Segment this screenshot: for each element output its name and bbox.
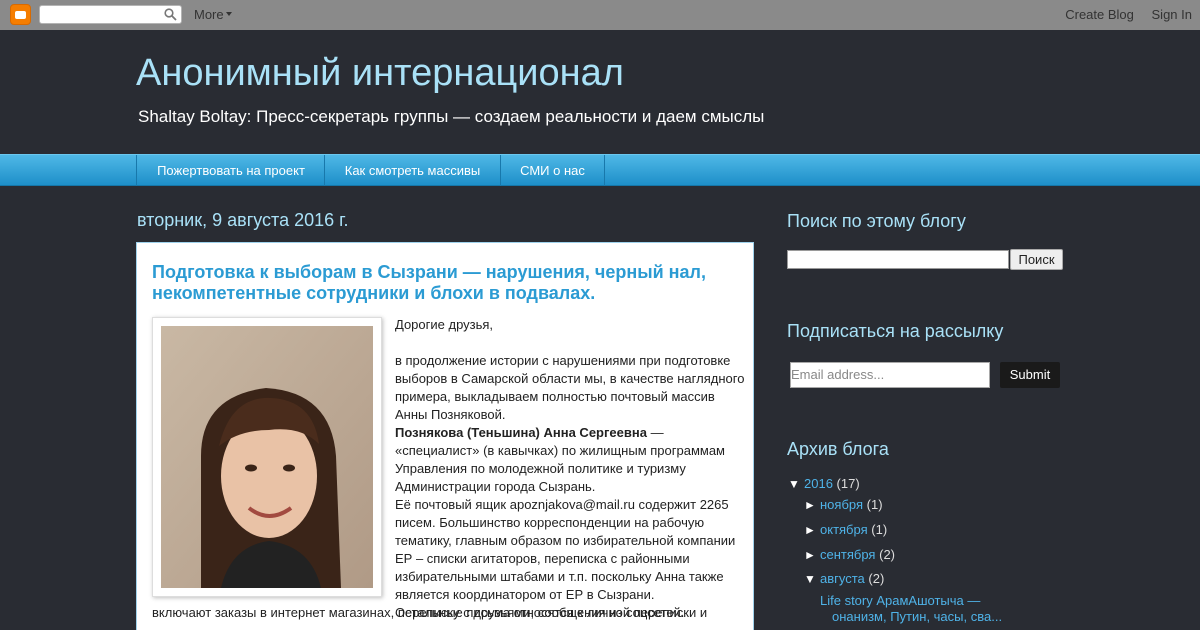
navbar-search-input[interactable] <box>39 5 182 24</box>
post-title-line[interactable]: некомпетентные сотрудники и блохи в подв… <box>152 283 742 304</box>
toggle-collapsed-icon[interactable]: ► <box>804 548 820 562</box>
portrait-image <box>161 326 373 588</box>
create-blog-link[interactable]: Create Blog <box>1065 7 1134 22</box>
more-menu[interactable]: More <box>194 7 232 22</box>
archive-link[interactable]: октября <box>820 522 868 537</box>
post-body: Дорогие друзья, в продолжение истории с … <box>395 316 745 622</box>
post-title-line[interactable]: Подготовка к выборам в Сызрани — нарушен… <box>152 262 742 283</box>
post-paragraph: Её почтовый ящик apoznjakova@mail.ru сод… <box>395 497 736 602</box>
archive-count: (1) <box>866 497 883 512</box>
blogger-navbar: More Create Blog Sign In <box>0 0 1200 30</box>
archive-count: (2) <box>868 571 885 586</box>
person-name: Познякова (Теньшина) Анна Сергеевна <box>395 425 647 440</box>
archive-count: (1) <box>871 522 888 537</box>
search-button[interactable]: Поиск <box>1010 249 1063 270</box>
tab-how-to-view[interactable]: Как смотреть массивы <box>324 155 500 186</box>
date-header: вторник, 9 августа 2016 г. <box>137 210 349 230</box>
archive-post-link[interactable]: Life story АрамАшотыча — онанизм, Путин,… <box>820 593 1002 625</box>
blog-title[interactable]: Анонимный интернационал <box>136 52 624 95</box>
archive-item-month[interactable]: ► октября (1) <box>804 522 887 537</box>
sign-in-link[interactable]: Sign In <box>1152 7 1192 22</box>
blogger-logo-icon[interactable] <box>10 4 31 25</box>
tab-donate[interactable]: Пожертвовать на проект <box>136 155 325 186</box>
blog-search-input[interactable] <box>787 250 1009 269</box>
archive-count: (2) <box>879 547 895 562</box>
toggle-expanded-icon[interactable]: ▼ <box>788 477 804 491</box>
search-widget-heading: Поиск по этому блогу <box>787 211 966 231</box>
archive-item-year[interactable]: ▼ 2016 (17) <box>788 476 860 491</box>
archive-heading: Архив блога <box>787 439 889 459</box>
archive-item-month[interactable]: ► ноября (1) <box>804 497 883 512</box>
submit-button[interactable]: Submit <box>1000 362 1060 388</box>
tab-media[interactable]: СМИ о нас <box>500 155 605 186</box>
post-title[interactable]: Подготовка к выборам в Сызрани — нарушен… <box>152 262 742 304</box>
toggle-collapsed-icon[interactable]: ► <box>804 523 820 537</box>
chevron-down-icon <box>225 12 232 16</box>
subscribe-heading: Подписаться на рассылку <box>787 321 1004 341</box>
search-icon[interactable] <box>164 8 177 21</box>
archive-count: (17) <box>836 476 860 491</box>
email-input[interactable]: Email address... <box>790 362 990 388</box>
archive-post-title-line[interactable]: Life story АрамАшотыча — <box>820 593 1002 609</box>
post-paragraph: Познякова (Теньшина) Анна Сергеевна — «с… <box>395 424 745 496</box>
archive-link[interactable]: ноября <box>820 497 863 512</box>
post-greeting: Дорогие друзья, <box>395 317 494 332</box>
archive-item-month[interactable]: ► сентября (2) <box>804 547 895 562</box>
toggle-expanded-icon[interactable]: ▼ <box>804 572 820 586</box>
toggle-collapsed-icon[interactable]: ► <box>804 498 820 512</box>
post-body-continued: включают заказы в интернет магазинах, пе… <box>152 605 685 620</box>
archive-post-title-line[interactable]: онанизм, Путин, часы, сва... <box>820 609 1002 625</box>
more-label: More <box>194 7 224 22</box>
archive-link[interactable]: августа <box>820 571 865 586</box>
archive-link[interactable]: сентября <box>820 547 875 562</box>
post-photo[interactable] <box>152 317 382 597</box>
page-tabs: Пожертвовать на проект Как смотреть масс… <box>0 154 1200 186</box>
archive-item-month[interactable]: ▼ августа (2) <box>804 571 884 586</box>
blog-post: Подготовка к выборам в Сызрани — нарушен… <box>136 242 754 630</box>
blog-description: Shaltay Boltay: Пресс-секретарь группы —… <box>138 107 765 126</box>
post-paragraph: в продолжение истории с нарушениями при … <box>395 353 745 422</box>
archive-link[interactable]: 2016 <box>804 476 833 491</box>
